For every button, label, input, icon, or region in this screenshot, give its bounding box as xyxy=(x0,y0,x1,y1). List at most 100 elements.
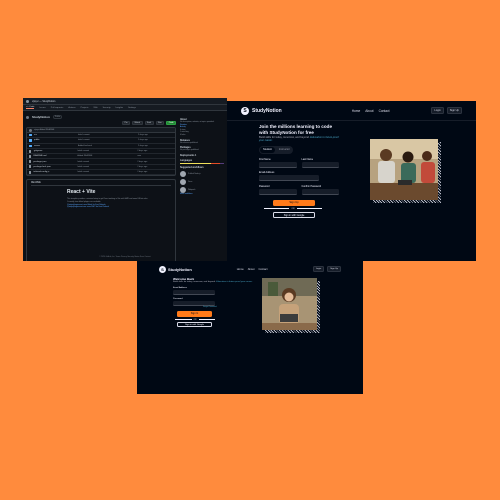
or-text: OR xyxy=(193,318,197,321)
file-commit-msg[interactable]: Initial commit xyxy=(77,161,137,163)
commit-message[interactable]: vijayv Added README xyxy=(34,129,54,131)
divider-line xyxy=(175,319,192,321)
tab-code[interactable]: <> Code xyxy=(26,106,35,109)
readme-header[interactable]: README xyxy=(31,182,171,187)
tab-settings[interactable]: Settings xyxy=(128,107,136,109)
password-input[interactable] xyxy=(259,188,297,195)
logo-text: StudyNotion xyxy=(168,266,192,272)
email-label: Email Address xyxy=(173,286,187,289)
workflow-name[interactable]: Webpack xyxy=(188,189,195,192)
nav-home[interactable]: Home xyxy=(237,268,244,271)
subtitle-plain: Build skills for today, tomorrow, and be… xyxy=(173,281,216,283)
readme-link[interactable]: @vitejs/plugin-react-swc uses SWC for Fa… xyxy=(67,206,171,209)
file-name[interactable]: public xyxy=(34,139,78,141)
students-illustration xyxy=(370,139,438,200)
google-signin-button[interactable]: Sign in with Google xyxy=(273,211,315,218)
workflow-name[interactable]: Publish Node.js xyxy=(188,173,201,176)
file-name[interactable]: README.md xyxy=(33,155,77,157)
workflows-heading: Suggested workflows xyxy=(180,167,204,170)
confirm-password-input[interactable] xyxy=(301,188,339,195)
file-commit-msg[interactable]: Added README xyxy=(77,155,137,157)
folder-icon xyxy=(29,133,32,137)
deployments-heading[interactable]: Deployments 1 xyxy=(180,155,224,157)
logo[interactable]: S StudyNotion xyxy=(159,265,192,273)
file-browser: vijayv Added README src Initial commit 2… xyxy=(26,127,176,177)
star-button[interactable]: Star xyxy=(155,121,165,125)
file-commit-msg[interactable]: Initial commit xyxy=(77,150,137,152)
first-name-group: First Name xyxy=(259,158,297,168)
file-name[interactable]: src xyxy=(34,134,78,136)
file-name[interactable]: server xyxy=(34,145,78,147)
file-icon xyxy=(29,165,32,169)
code-button[interactable]: Code xyxy=(166,121,176,125)
nav-contact[interactable]: Contact xyxy=(258,268,267,271)
github-topbar: vijayv/ — StudyNotion xyxy=(23,98,227,105)
file-commit-msg[interactable]: Initial commit xyxy=(78,134,138,136)
more-workflows-link[interactable]: More workflows xyxy=(180,193,224,196)
login-button[interactable]: Login xyxy=(312,266,325,272)
signup-form: Join the millions learning to code with … xyxy=(259,124,339,218)
repo-name[interactable]: StudyNotion xyxy=(32,115,50,119)
nav-contact[interactable]: Contact xyxy=(379,109,390,113)
login-button[interactable]: Login xyxy=(431,107,444,114)
workflow-name[interactable]: Deno xyxy=(188,181,192,184)
first-name-input[interactable] xyxy=(259,161,297,168)
tab-pull-requests[interactable]: Pull requests xyxy=(51,107,64,109)
create-account-button[interactable]: Sign Up xyxy=(273,199,315,206)
last-name-input[interactable] xyxy=(301,161,339,168)
tab-wiki[interactable]: Wiki xyxy=(93,107,97,109)
workflow-icon xyxy=(180,179,186,186)
last-name-group: Last Name xyxy=(301,158,339,168)
role-student[interactable]: Student xyxy=(260,146,275,153)
divider-line xyxy=(198,319,215,321)
signin-button[interactable]: Sign In xyxy=(177,311,212,318)
workflow-item[interactable]: Publish Node.js xyxy=(180,171,224,178)
fork-button[interactable]: Fork xyxy=(144,121,154,125)
stat-forks[interactable]: 0 forks xyxy=(180,134,224,137)
watch-button[interactable]: Watch xyxy=(131,121,143,125)
logo-icon: S xyxy=(159,265,166,273)
password-fields: Password Confirm Password xyxy=(259,185,339,195)
tab-issues[interactable]: Issues xyxy=(39,107,45,109)
file-commit-msg[interactable]: Initial commit xyxy=(77,171,137,173)
email-input[interactable] xyxy=(173,289,215,295)
file-icon xyxy=(29,170,32,174)
repo-sidebar: About No description, website, or topics… xyxy=(180,116,224,196)
first-name-label: First Name xyxy=(259,157,271,161)
google-signin-button[interactable]: Sign in with Google xyxy=(177,322,212,328)
logo[interactable]: S StudyNotion xyxy=(241,106,282,115)
visibility-badge: Public xyxy=(52,115,63,119)
nav-home[interactable]: Home xyxy=(352,109,361,113)
workflow-item[interactable]: Deno xyxy=(180,179,224,186)
file-name[interactable]: package.json xyxy=(33,161,77,163)
file-commit-msg[interactable]: Initial commit xyxy=(77,166,137,168)
tab-projects[interactable]: Projects xyxy=(81,107,89,109)
role-instructor[interactable]: Instructor xyxy=(276,147,293,153)
forgot-password-link[interactable]: Forgot Password xyxy=(203,306,253,308)
login-subtitle: Build skills for today, tomorrow, and be… xyxy=(173,281,253,284)
tab-security[interactable]: Security xyxy=(103,107,111,109)
tab-actions[interactable]: Actions xyxy=(68,107,75,109)
file-name[interactable]: .gitignore xyxy=(33,150,77,152)
file-date: 2 days ago xyxy=(138,134,148,137)
file-name[interactable]: package-lock.json xyxy=(33,166,77,168)
nav-about[interactable]: About xyxy=(365,109,373,113)
logo-text: StudyNotion xyxy=(252,107,282,114)
file-commit-msg[interactable]: Initial commit xyxy=(78,139,138,141)
name-fields: First Name Last Name xyxy=(259,158,339,168)
nav-links: Home About Contact xyxy=(352,109,390,113)
file-name[interactable]: tailwind.config.js xyxy=(33,171,77,173)
repo-breadcrumb[interactable]: vijayv/ — StudyNotion xyxy=(32,100,55,103)
email-input[interactable] xyxy=(259,174,319,181)
email-label: Email Address xyxy=(259,170,275,174)
github-logo-icon[interactable] xyxy=(26,99,29,103)
signup-nav-button[interactable]: Sign Up xyxy=(327,266,341,272)
file-commit-msg[interactable]: Added backend xyxy=(78,145,138,147)
folder-icon xyxy=(29,139,32,142)
nav-about[interactable]: About xyxy=(248,268,255,271)
login-navbar: S StudyNotion Home About Contact Login S… xyxy=(137,261,363,277)
file-row[interactable]: tailwind.config.js Initial commit 2 days… xyxy=(27,170,175,176)
pin-button[interactable]: Pin xyxy=(122,121,130,125)
signup-nav-button[interactable]: Sign Up xyxy=(446,107,462,114)
tab-insights[interactable]: Insights xyxy=(116,107,124,109)
